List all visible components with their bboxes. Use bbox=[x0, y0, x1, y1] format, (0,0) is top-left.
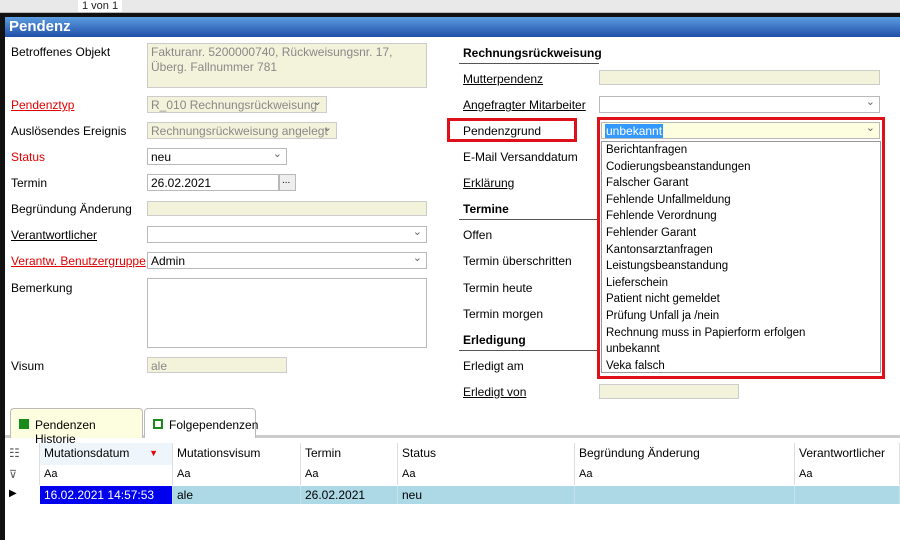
column-chooser-icon[interactable]: ☷ bbox=[5, 443, 40, 465]
pager-text: 1 von 1 bbox=[78, 0, 123, 12]
pendenztyp-label[interactable]: Pendenztyp bbox=[11, 98, 74, 112]
erklaerung-label[interactable]: Erklärung bbox=[463, 176, 514, 190]
sort-desc-icon: ▼ bbox=[149, 448, 158, 458]
betroffenes-field[interactable]: Fakturanr. 5200000740, Rückweisungsnr. 1… bbox=[147, 43, 427, 88]
erledigt-von-label[interactable]: Erledigt von bbox=[463, 385, 526, 399]
heute-label: Termin heute bbox=[463, 281, 533, 295]
filter-cell[interactable]: Aa bbox=[301, 465, 398, 485]
morgen-label: Termin morgen bbox=[463, 307, 544, 321]
filter-cell[interactable]: Aa bbox=[173, 465, 301, 485]
begruendung-input[interactable] bbox=[147, 201, 427, 216]
filter-cell[interactable]: Aa bbox=[40, 465, 173, 485]
bemerkung-textarea[interactable] bbox=[147, 278, 427, 348]
table-cell[interactable]: neu bbox=[398, 486, 575, 504]
termin-input[interactable]: 26.02.2021 bbox=[147, 174, 279, 191]
table-cell[interactable] bbox=[575, 486, 795, 504]
filter-cell[interactable]: Aa bbox=[398, 465, 575, 485]
section-termine: Termine bbox=[463, 202, 509, 216]
column-header-mutationsdatum[interactable]: Mutationsdatum ▼ bbox=[40, 443, 173, 465]
panel-title: Pendenz bbox=[5, 17, 900, 37]
green-square-outline-icon bbox=[153, 419, 163, 429]
tab-pendenzen-historie[interactable]: Pendenzen Historie bbox=[10, 408, 143, 446]
filter-row-icon: ⊽ bbox=[5, 465, 40, 485]
verantwortlicher-label[interactable]: Verantwortlicher bbox=[11, 228, 97, 242]
ereignis-label: Auslösendes Ereignis bbox=[11, 124, 127, 138]
filter-cell[interactable]: Aa bbox=[575, 465, 795, 485]
mitarbeiter-label[interactable]: Angefragter Mitarbeiter bbox=[463, 98, 586, 112]
tab-label: Pendenzen Historie bbox=[35, 418, 96, 446]
column-header-status[interactable]: Status bbox=[398, 443, 575, 465]
column-header-termin[interactable]: Termin bbox=[301, 443, 398, 465]
termin-label: Termin bbox=[11, 176, 48, 190]
status-select[interactable]: neu bbox=[147, 148, 287, 165]
email-label: E-Mail Versanddatum bbox=[463, 150, 578, 164]
column-header-verantwortlicher[interactable]: Verantwortlicher bbox=[795, 443, 900, 465]
mutterpendenz-label[interactable]: Mutterpendenz bbox=[463, 72, 543, 86]
column-header-begruendung[interactable]: Begründung Änderung bbox=[575, 443, 795, 465]
table-cell[interactable]: 26.02.2021 bbox=[301, 486, 398, 504]
table-cell[interactable]: ale bbox=[173, 486, 301, 504]
verantwortlicher-select[interactable] bbox=[147, 226, 427, 243]
table-cell[interactable]: 16.02.2021 14:57:53 bbox=[40, 486, 173, 504]
mitarbeiter-select[interactable] bbox=[599, 96, 880, 113]
section-rechnungsrueckweisung: Rechnungsrückweisung bbox=[463, 46, 602, 60]
history-grid: ☷ Mutationsdatum ▼ Mutationsvisum Termin … bbox=[5, 443, 900, 505]
highlight-box-label bbox=[447, 118, 577, 142]
filter-cell[interactable]: Aa bbox=[795, 465, 900, 485]
visum-field: ale bbox=[147, 357, 287, 373]
gruppe-select[interactable]: Admin bbox=[147, 252, 427, 269]
erledigt-von-field bbox=[599, 384, 739, 399]
tab-label: Folgependenzen bbox=[169, 418, 259, 432]
highlight-box-dropdown bbox=[597, 117, 885, 379]
toolbar: 1 von 1 bbox=[0, 0, 900, 13]
tab-folgependenzen[interactable]: Folgependenzen bbox=[144, 408, 259, 438]
bemerkung-label: Bemerkung bbox=[11, 281, 73, 295]
mutterpendenz-field[interactable] bbox=[599, 70, 880, 85]
green-square-icon bbox=[19, 419, 29, 429]
gruppe-label[interactable]: Verantw. Benutzergruppe bbox=[11, 254, 146, 268]
pendenztyp-select[interactable]: R_010 Rechnungsrückweisung bbox=[147, 96, 327, 113]
betroffenes-label: Betroffenes Objekt bbox=[11, 45, 111, 59]
ueberschritten-label: Termin überschritten bbox=[463, 254, 572, 268]
offen-label: Offen bbox=[463, 228, 493, 242]
section-erledigung: Erledigung bbox=[463, 333, 526, 347]
visum-label: Visum bbox=[11, 359, 45, 373]
column-header-mutationsvisum[interactable]: Mutationsvisum bbox=[173, 443, 301, 465]
status-label: Status bbox=[11, 150, 46, 164]
ereignis-select[interactable]: Rechnungsrückweisung angelegt bbox=[147, 122, 337, 139]
date-picker-button[interactable]: ... bbox=[279, 174, 296, 191]
begruendung-label: Begründung Änderung bbox=[11, 202, 132, 216]
tab-bar: Pendenzen Historie Folgependenzen bbox=[5, 408, 900, 446]
erledigt-am-label: Erledigt am bbox=[463, 359, 524, 373]
row-indicator-icon: ▶ bbox=[9, 488, 17, 499]
table-cell[interactable] bbox=[795, 486, 900, 504]
